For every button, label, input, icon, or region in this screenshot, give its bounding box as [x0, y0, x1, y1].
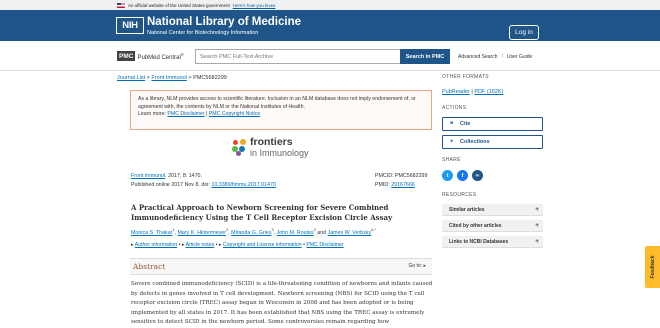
gov-banner-link[interactable]: Here's how you know: [233, 3, 276, 8]
frontiers-dot: [233, 139, 238, 145]
copyright-license-link[interactable]: Copyright and License information: [223, 242, 302, 248]
author-information-link[interactable]: Author information: [135, 242, 177, 248]
pmc-logo-box: PMC: [117, 51, 136, 61]
pmc-disclaimer-link[interactable]: PMC Disclaimer: [167, 111, 204, 117]
twitter-share-icon[interactable]: t: [442, 170, 453, 181]
author-link[interactable]: Monica S. Thakar: [131, 230, 172, 236]
journal-logo[interactable]: frontiers in Immunology: [232, 137, 309, 158]
cite-button[interactable]: ❝ Cite: [442, 117, 543, 131]
pmc-search-bar: PMC PubMed Central® Search in PMC Advanc…: [0, 41, 660, 71]
notice-text: As a library, NLM provides access to sci…: [138, 96, 416, 110]
site-title[interactable]: National Library of Medicine: [147, 16, 301, 28]
pmid-label: PMID:: [375, 182, 392, 188]
nlm-disclaimer-notice: As a library, NLM provides access to sci…: [130, 90, 432, 130]
cite-label: Cite: [460, 121, 471, 127]
search-button[interactable]: Search in PMC: [400, 49, 450, 64]
login-button[interactable]: Log in: [509, 25, 539, 40]
breadcrumb-journal[interactable]: Front Immunol: [151, 75, 186, 81]
frontiers-dot: [240, 138, 246, 145]
quote-icon: ❝: [450, 122, 454, 128]
other-formats-heading: OTHER FORMATS: [442, 74, 489, 80]
expand-plus-icon: +: [535, 206, 539, 213]
gov-banner-text: An official website of the United States…: [128, 2, 230, 8]
ncbi-links-label: Links to NCBI Databases: [449, 238, 509, 245]
journal-logo-line2: in Immunology: [250, 147, 309, 158]
search-input[interactable]: [195, 49, 400, 64]
user-guide-link[interactable]: User Guide: [507, 54, 532, 60]
pmid: PMID: 29167666: [375, 182, 415, 188]
author-sep: and: [315, 229, 328, 236]
cited-by-toggle[interactable]: Cited by other articles +: [442, 220, 543, 232]
notice-links: Learn more: PMC Disclaimer | PMC Copyrig…: [138, 111, 424, 119]
site-header: NIH National Library of Medicine Nationa…: [0, 10, 660, 41]
nih-logo[interactable]: NIH: [116, 17, 144, 34]
gov-banner: An official website of the United States…: [0, 0, 660, 10]
pmc-logo-text: PubMed Central®: [137, 52, 184, 61]
author-affil[interactable]: 4,*: [371, 228, 376, 232]
published-line: Published online 2017 Nov 8. doi: 10.338…: [131, 182, 276, 188]
breadcrumb-journal-list[interactable]: Journal List: [117, 75, 145, 81]
collections-label: Collections: [460, 139, 490, 145]
feedback-label[interactable]: Feedback: [645, 246, 660, 288]
abstract-title: Abstract: [133, 262, 166, 271]
expand-plus-icon: +: [535, 238, 539, 245]
frontiers-dot: [236, 150, 241, 156]
pmc-logo[interactable]: PMC PubMed Central®: [117, 51, 184, 61]
collections-button[interactable]: + Collections: [442, 135, 543, 149]
abstract-header: Abstract Go to: ▸: [130, 258, 432, 275]
article-info-links: ▸ Author information • ▸ Article notes •…: [131, 242, 344, 248]
share-buttons: t f ∞: [442, 170, 483, 181]
pmc-copyright-link[interactable]: PMC Copyright Notice: [209, 111, 260, 117]
us-flag-icon: [117, 2, 125, 8]
header-link-separator: |: [502, 53, 504, 59]
actions-heading: ACTIONS: [442, 105, 467, 111]
format-links: PubReader | PDF (162K): [442, 89, 503, 95]
article-notes-link[interactable]: Article notes: [186, 242, 215, 248]
goto-menu[interactable]: Go to: ▸: [408, 263, 426, 269]
article-pmc-disclaimer-link[interactable]: PMC Disclaimer: [306, 242, 343, 248]
article-title: A Practical Approach to Newborn Screenin…: [131, 203, 393, 222]
abstract-body: Severe combined immunodeficiency (SCID) …: [131, 281, 433, 325]
feedback-tab[interactable]: Feedback: [645, 246, 660, 288]
author-link[interactable]: James W. Verbsky: [328, 230, 372, 236]
site-subtitle: National Center for Biotechnology Inform…: [147, 30, 259, 36]
author-link[interactable]: Miranda G. Gries: [231, 230, 271, 236]
published-text: Published online 2017 Nov 8. doi:: [131, 182, 212, 188]
pubreader-link[interactable]: PubReader: [442, 89, 470, 95]
breadcrumb: Journal List > Front Immunol > PMC568229…: [117, 75, 227, 81]
goto-arrow-icon[interactable]: ▸: [423, 263, 426, 269]
citation-details: . 2017; 8: 1470.: [165, 173, 202, 179]
cited-by-label: Cited by other articles: [449, 222, 502, 229]
doi-link[interactable]: 10.3389/fimmu.2017.01470: [211, 182, 276, 188]
similar-articles-label: Similar articles: [449, 206, 485, 213]
citation-line: Front Immunol. 2017; 8: 1470.: [131, 173, 202, 179]
resources-heading: RESOURCES: [442, 192, 477, 198]
pmcid: PMCID: PMC5682299: [375, 173, 428, 179]
advanced-search-link[interactable]: Advanced Search: [458, 54, 497, 60]
journal-logo-line1: frontiers: [250, 136, 293, 148]
frontiers-dots-icon: [232, 138, 248, 156]
citation-journal-link[interactable]: Front Immunol: [131, 173, 165, 179]
expand-plus-icon: +: [535, 222, 539, 229]
journal-logo-text: frontiers in Immunology: [250, 137, 309, 158]
author-list: Monica S. Thakar1, Mary K. Hintermeyer2,…: [131, 228, 376, 236]
author-link[interactable]: John M. Routes: [277, 230, 314, 236]
breadcrumb-current: PMC5682299: [193, 75, 227, 81]
similar-articles-toggle[interactable]: Similar articles +: [442, 204, 543, 216]
plus-icon: +: [450, 139, 454, 145]
ncbi-links-toggle[interactable]: Links to NCBI Databases +: [442, 236, 543, 248]
permalink-share-icon[interactable]: ∞: [472, 170, 483, 181]
facebook-share-icon[interactable]: f: [457, 170, 468, 181]
pmid-link[interactable]: 29167666: [391, 182, 415, 188]
pdf-link[interactable]: PDF (162K): [474, 89, 503, 95]
notice-learn-more: Learn more:: [138, 111, 168, 117]
share-heading: SHARE: [442, 157, 461, 163]
author-link[interactable]: Mary K. Hintermeyer: [178, 230, 227, 236]
goto-label[interactable]: Go to:: [408, 263, 423, 269]
